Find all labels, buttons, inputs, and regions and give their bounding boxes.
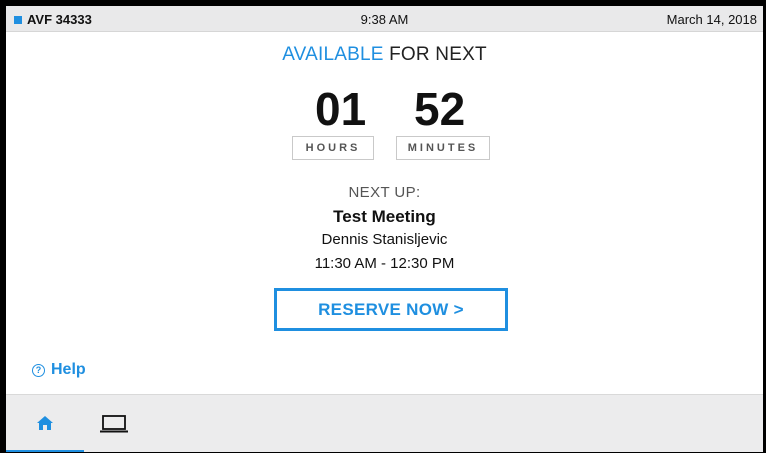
available-label: AVAILABLE — [282, 44, 384, 65]
nav-laptop[interactable] — [84, 395, 144, 452]
help-label: Help — [51, 361, 86, 378]
room-panel-screen: AVF 34333 9:38 AM March 14, 2018 AVAILAB… — [6, 6, 763, 452]
hours-unit-label: HOURS — [292, 136, 374, 160]
next-up-label: NEXT UP: — [348, 184, 421, 201]
hours-value: 01 — [315, 83, 367, 135]
date: March 14, 2018 — [666, 12, 757, 27]
nav-home[interactable] — [6, 395, 84, 452]
bottom-nav — [6, 394, 763, 452]
availability-heading: AVAILABLE FOR NEXT — [6, 44, 763, 66]
help-link[interactable]: ? Help — [32, 361, 86, 379]
clock: 9:38 AM — [360, 12, 409, 27]
minutes-unit-label: MINUTES — [396, 136, 490, 160]
reserve-now-button[interactable]: RESERVE NOW > — [274, 288, 508, 331]
status-bar: AVF 34333 9:38 AM March 14, 2018 — [6, 6, 763, 32]
for-next-label: FOR NEXT — [383, 44, 487, 65]
meeting-organizer: Dennis Stanisljevic — [321, 231, 448, 248]
minutes-value: 52 — [414, 83, 466, 135]
meeting-title: Test Meeting — [333, 207, 436, 226]
laptop-icon — [100, 415, 128, 433]
meeting-time-range: 11:30 AM - 12:30 PM — [314, 255, 455, 272]
home-icon — [37, 415, 53, 430]
help-icon: ? — [32, 363, 45, 377]
